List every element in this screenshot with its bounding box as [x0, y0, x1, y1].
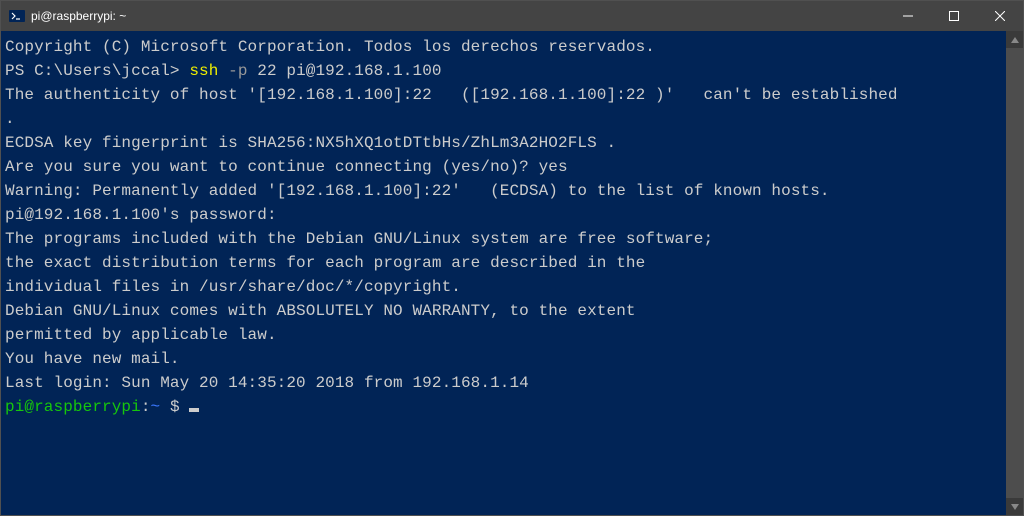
- powershell-icon: [9, 8, 25, 24]
- pi-user: pi@raspberrypi: [5, 398, 141, 416]
- warranty-line1: Debian GNU/Linux comes with ABSOLUTELY N…: [5, 302, 636, 320]
- maximize-button[interactable]: [931, 1, 977, 31]
- password-prompt: pi@192.168.1.100's password:: [5, 206, 277, 224]
- terminal-window: pi@raspberrypi: ~ Copyright (C) Microsof…: [0, 0, 1024, 516]
- pi-path: ~: [151, 398, 170, 416]
- warranty-line2: permitted by applicable law.: [5, 326, 277, 344]
- debian-line3: individual files in /usr/share/doc/*/cop…: [5, 278, 461, 296]
- scroll-down-button[interactable]: [1006, 498, 1023, 515]
- minimize-button[interactable]: [885, 1, 931, 31]
- auth-dot: .: [5, 110, 15, 128]
- ssh-args: 22 pi@192.168.1.100: [257, 62, 441, 80]
- mail-line: You have new mail.: [5, 350, 180, 368]
- titlebar[interactable]: pi@raspberrypi: ~: [1, 1, 1023, 31]
- pi-colon: :: [141, 398, 151, 416]
- terminal-area: Copyright (C) Microsoft Corporation. Tod…: [1, 31, 1023, 515]
- ps-prompt: PS C:\Users\jccal>: [5, 62, 189, 80]
- window-title: pi@raspberrypi: ~: [31, 9, 126, 23]
- auth-line1: The authenticity of host '[192.168.1.100…: [5, 86, 898, 104]
- cursor: [189, 408, 199, 412]
- scroll-up-button[interactable]: [1006, 31, 1023, 48]
- lastlogin-line: Last login: Sun May 20 14:35:20 2018 fro…: [5, 374, 529, 392]
- copyright-text: Copyright (C) Microsoft Corporation. Tod…: [5, 38, 655, 56]
- debian-line2: the exact distribution terms for each pr…: [5, 254, 645, 272]
- scrollbar[interactable]: [1006, 31, 1023, 515]
- debian-line1: The programs included with the Debian GN…: [5, 230, 713, 248]
- confirm-prompt: Are you sure you want to continue connec…: [5, 158, 568, 176]
- ecdsa-fingerprint: ECDSA key fingerprint is SHA256:NX5hXQ1o…: [5, 134, 616, 152]
- ssh-command: ssh: [189, 62, 228, 80]
- scrollbar-track[interactable]: [1006, 48, 1023, 498]
- pi-dollar: $: [170, 398, 189, 416]
- ssh-flag: -p: [228, 62, 257, 80]
- terminal-output[interactable]: Copyright (C) Microsoft Corporation. Tod…: [1, 31, 1006, 515]
- scrollbar-thumb[interactable]: [1006, 48, 1023, 498]
- close-button[interactable]: [977, 1, 1023, 31]
- warning-line: Warning: Permanently added '[192.168.1.1…: [5, 182, 830, 200]
